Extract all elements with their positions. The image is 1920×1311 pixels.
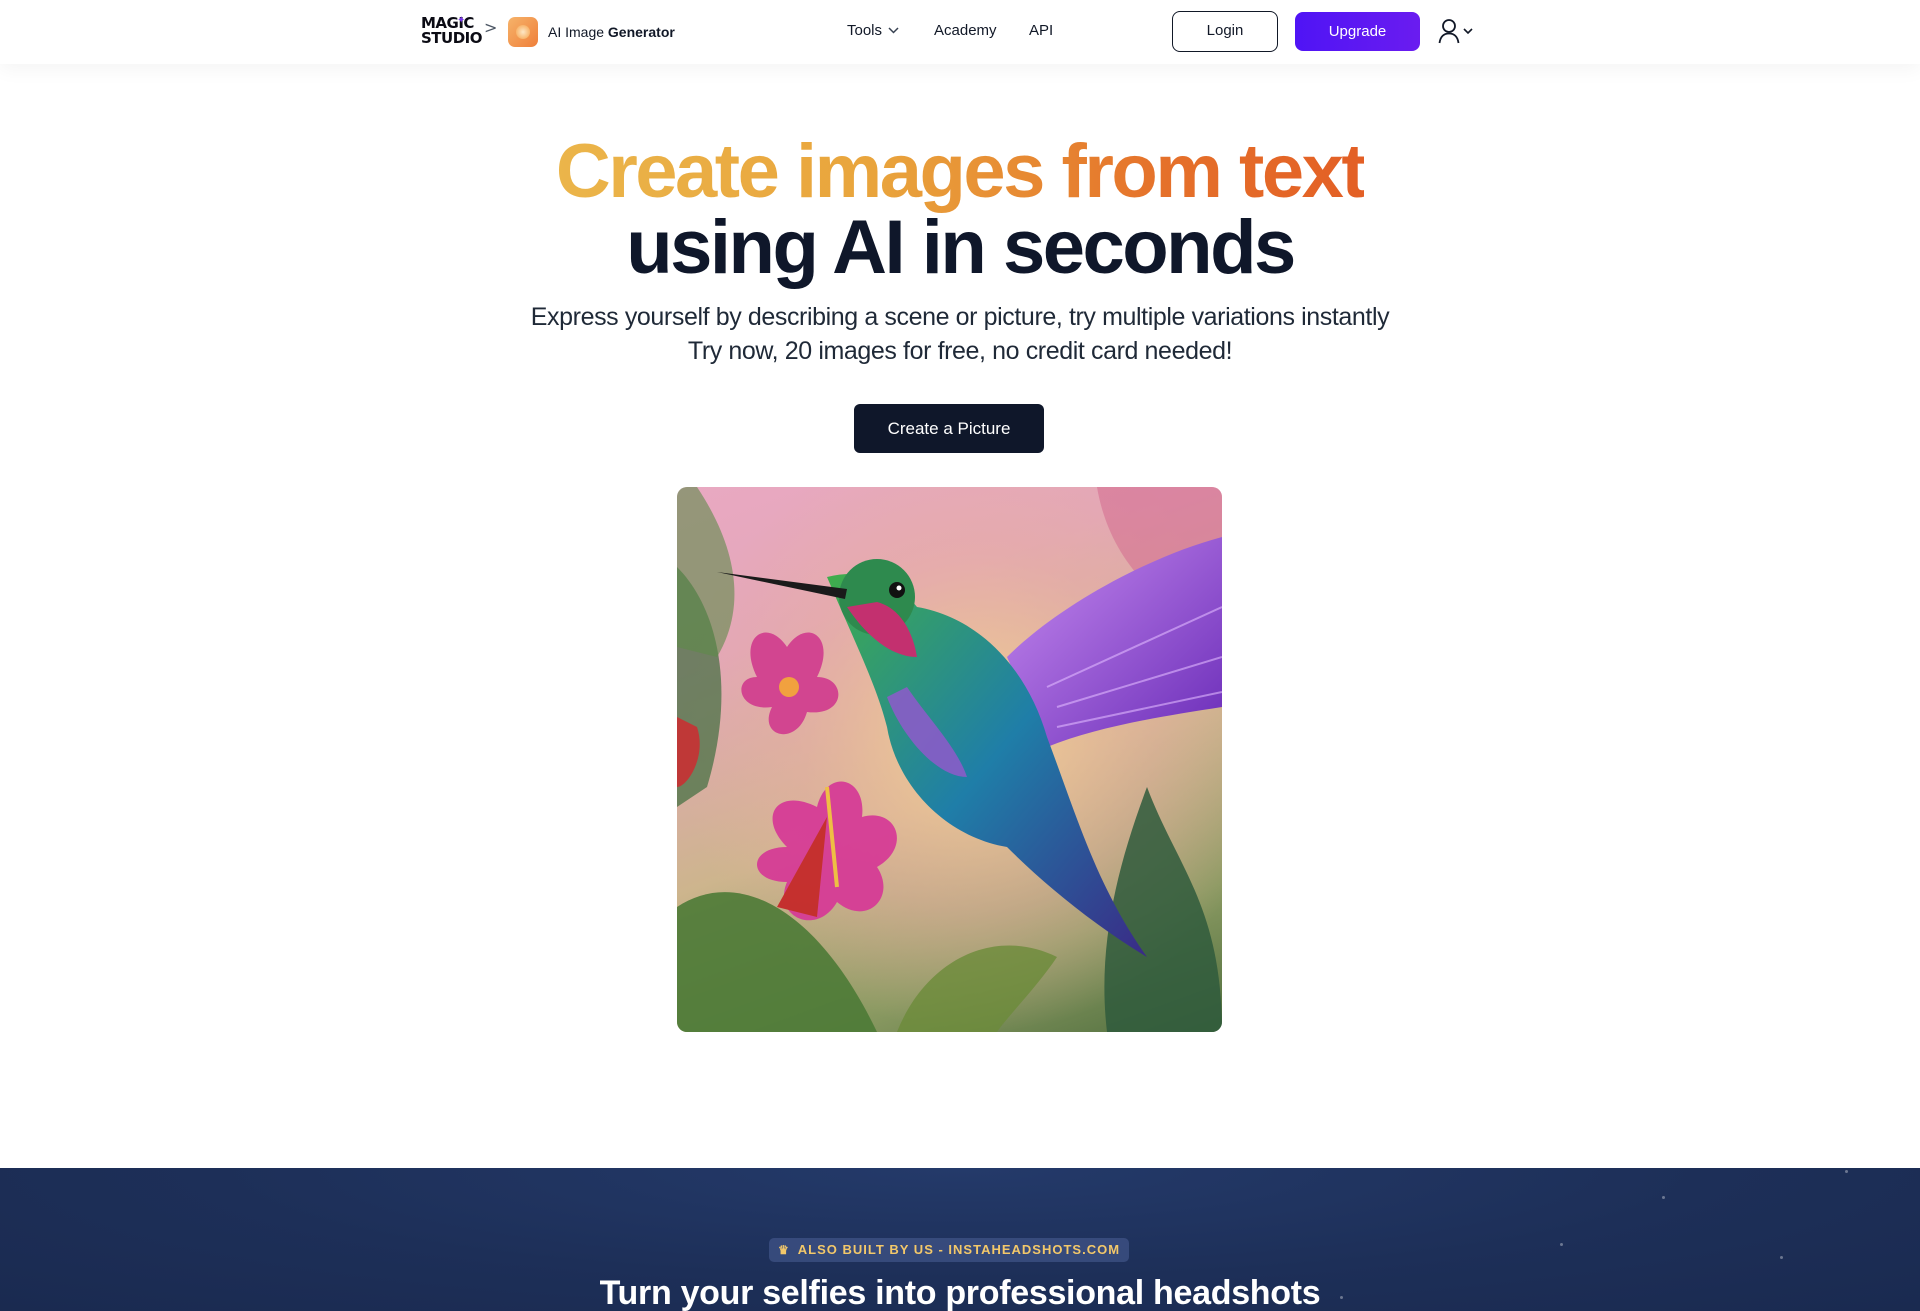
decorative-star [1845,1170,1848,1173]
hero-headline-dark: using AI in seconds [626,205,1296,290]
decorative-star [1780,1256,1783,1259]
top-navigation-bar: MAGIC STUDIO ✦ > AI Image Generator Tool… [0,0,1920,64]
chevron-down-icon [1463,28,1473,35]
logo-line-2: STUDIO [421,29,483,47]
decorative-star [1662,1196,1665,1199]
hero-subtitle-line-2: Try now, 20 images for free, no credit c… [687,337,1233,365]
app-name-bold: Generator [607,24,675,40]
app-name-prefix: AI Image [548,24,605,40]
login-button[interactable]: Login [1172,11,1278,52]
create-a-picture-button[interactable]: Create a Picture [854,404,1044,453]
crown-icon: ♛ [777,1243,790,1257]
breadcrumb-current-app[interactable]: AI Image Generator [548,24,675,40]
hero-headline-gradient-text: Create images from text [555,129,1367,214]
magic-studio-logo[interactable]: MAGIC STUDIO ✦ [421,15,483,50]
chevron-down-icon [888,23,899,37]
hero-headline-gradient: Create images from text [0,128,1920,216]
nav-academy-link[interactable]: Academy [934,22,997,39]
user-menu[interactable] [1438,18,1478,46]
hummingbird-example-image [677,487,1222,1032]
user-icon [1438,19,1460,44]
ai-image-generator-icon[interactable] [508,17,538,47]
upgrade-button[interactable]: Upgrade [1295,12,1420,51]
chevron-right-icon: > [484,18,498,37]
nav-tools-label: Tools [847,22,883,39]
also-built-by-us-badge[interactable]: ♛ ALSO BUILT BY US - INSTAHEADSHOTS.COM [769,1238,1129,1262]
banner-title: Turn your selfies into professional head… [599,1274,1321,1311]
instaheadshots-promo-banner: ♛ ALSO BUILT BY US - INSTAHEADSHOTS.COM T… [0,1168,1920,1311]
decorative-star [1560,1243,1563,1246]
nav-api-link[interactable]: API [1029,22,1053,39]
sparkle-icon: ✦ [457,15,465,26]
nav-tools-dropdown[interactable]: Tools [847,22,899,39]
hero-subtitle-line-1: Express yourself by describing a scene o… [530,303,1390,331]
badge-label: ALSO BUILT BY US - INSTAHEADSHOTS.COM [797,1242,1121,1257]
